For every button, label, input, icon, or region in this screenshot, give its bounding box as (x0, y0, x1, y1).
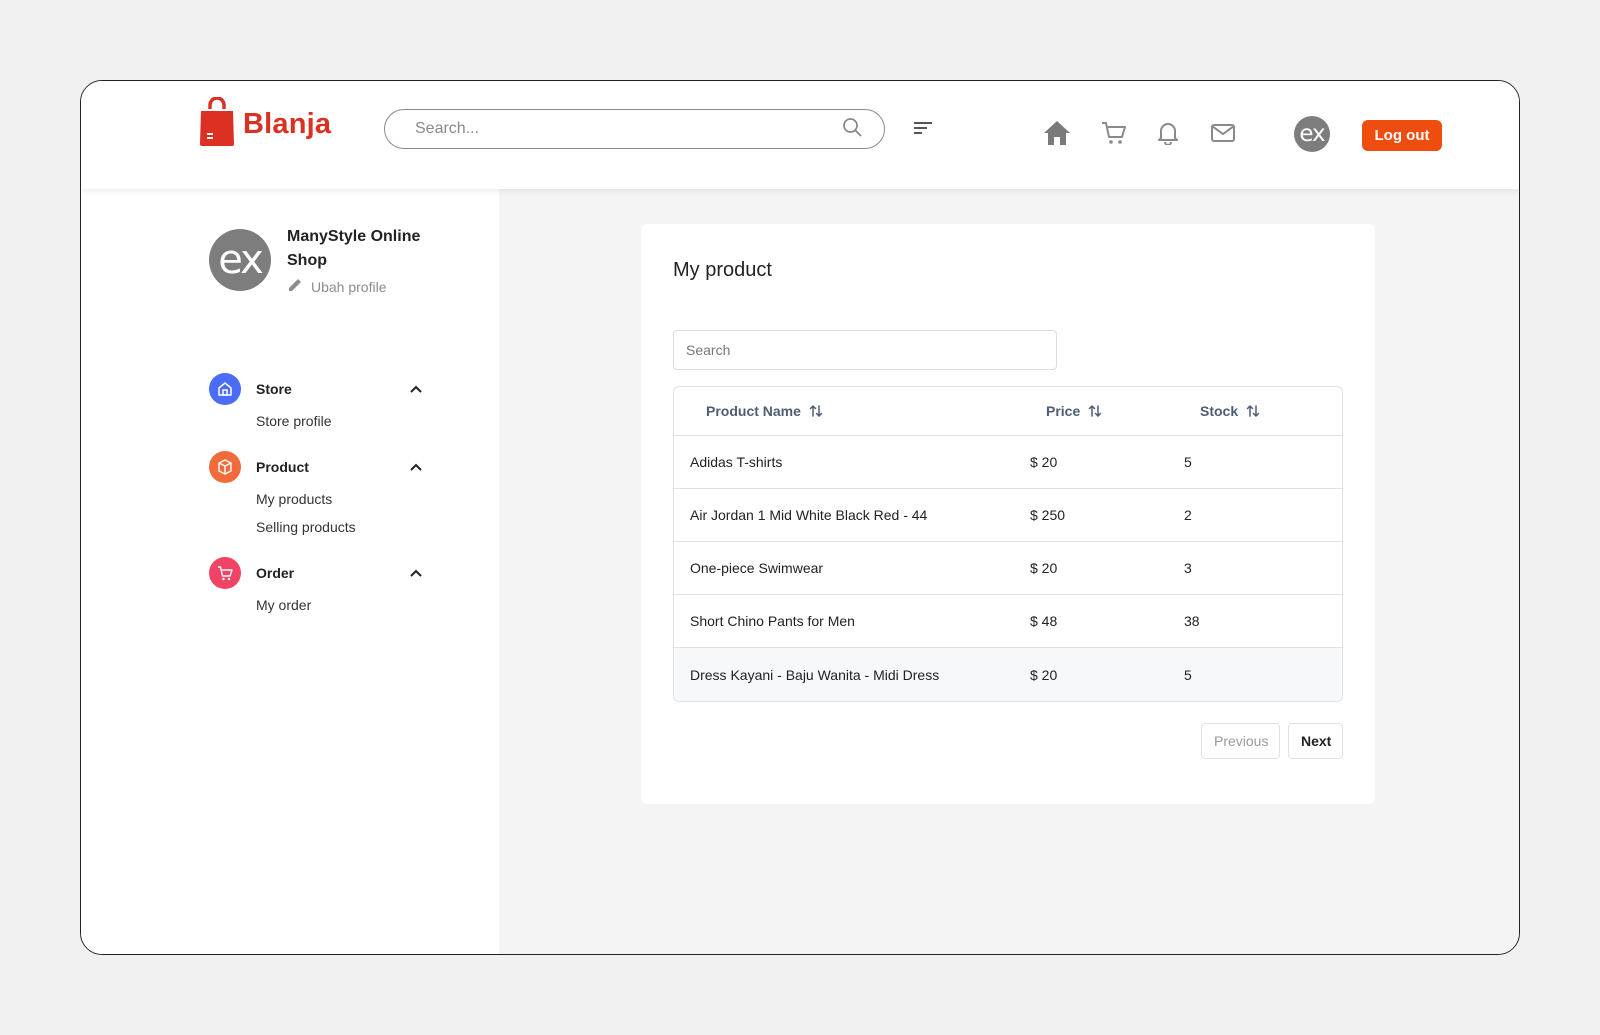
cell-stock: 3 (1184, 560, 1192, 576)
logout-button[interactable]: Log out (1362, 120, 1442, 151)
chevron-up-icon[interactable] (409, 566, 423, 580)
cell-product-name: Short Chino Pants for Men (690, 613, 855, 629)
column-header-product-name[interactable]: Product Name (674, 403, 1030, 419)
column-label: Stock (1200, 403, 1239, 419)
menu-label-product: Product (256, 459, 309, 475)
table-row[interactable]: Dress Kayani - Baju Wanita - Midi Dress … (674, 648, 1342, 701)
main-content: My product Product Name Price (499, 189, 1519, 954)
menu-item-my-order[interactable]: My order (256, 591, 423, 619)
menu-item-selling-products[interactable]: Selling products (256, 513, 423, 541)
cell-stock: 5 (1184, 454, 1192, 470)
cell-product-name: Dress Kayani - Baju Wanita - Midi Dress (690, 666, 940, 683)
product-table: Product Name Price Stock Adidas T-shirts… (673, 386, 1343, 702)
user-avatar[interactable]: ex (1294, 116, 1330, 152)
menu-item-store-profile[interactable]: Store profile (256, 407, 423, 435)
cell-product-name: One-piece Swimwear (690, 560, 824, 576)
store-icon (209, 373, 241, 405)
column-header-price[interactable]: Price (1030, 403, 1184, 419)
menu-group-product: Product My products Selling products (209, 451, 423, 541)
menu-header-product[interactable]: Product (209, 451, 423, 483)
menu-label-store: Store (256, 381, 292, 397)
bell-icon[interactable] (1153, 118, 1183, 148)
cell-price: $ 20 (1030, 560, 1058, 576)
box-icon (209, 451, 241, 483)
column-label: Product Name (706, 403, 801, 419)
home-icon[interactable] (1042, 118, 1072, 148)
page-title: My product (673, 259, 772, 281)
shop-name: ManyStyle Online Shop (287, 228, 421, 269)
cell-price: $ 20 (1030, 666, 1058, 683)
cell-product-name: Air Jordan 1 Mid White Black Red - 44 (690, 507, 928, 523)
brand-name: Blanja (243, 108, 332, 140)
menu-item-my-products[interactable]: My products (256, 485, 423, 513)
cell-stock: 38 (1184, 613, 1200, 629)
brand-logo[interactable]: Blanja (199, 96, 332, 152)
mail-icon[interactable] (1208, 118, 1238, 148)
menu-group-store: Store Store profile (209, 373, 423, 435)
menu-label-order: Order (256, 565, 295, 581)
cell-price: $ 48 (1030, 613, 1058, 629)
column-label: Price (1046, 403, 1081, 419)
table-row[interactable]: Adidas T-shirts $ 20 5 (674, 436, 1342, 489)
sort-icon[interactable] (809, 404, 823, 418)
cell-price: $ 20 (1030, 454, 1058, 470)
product-search-input[interactable] (673, 330, 1057, 370)
menu-header-store[interactable]: Store (209, 373, 423, 405)
sort-icon[interactable] (1088, 404, 1102, 418)
column-header-stock[interactable]: Stock (1184, 403, 1334, 419)
menu-group-order: Order My order (209, 557, 423, 619)
table-row[interactable]: Air Jordan 1 Mid White Black Red - 44 $ … (674, 489, 1342, 542)
app-window: Blanja ex Log out ex ManyStyle Online Sh (80, 80, 1520, 955)
header-search-input[interactable] (415, 120, 842, 138)
cell-stock: 5 (1184, 666, 1192, 683)
product-card: My product Product Name Price (641, 224, 1375, 804)
table-row[interactable]: Short Chino Pants for Men $ 48 38 (674, 595, 1342, 648)
shop-avatar: ex (209, 229, 271, 291)
filter-icon[interactable] (911, 117, 935, 139)
top-navbar: Blanja ex Log out (81, 81, 1519, 189)
cart-icon[interactable] (1099, 118, 1129, 148)
pagination: Previous Next (1193, 723, 1343, 759)
sort-icon[interactable] (1246, 404, 1260, 418)
previous-page-button[interactable]: Previous (1201, 723, 1280, 759)
pencil-icon (287, 277, 303, 296)
edit-profile-label: Ubah profile (311, 278, 387, 295)
shopping-bag-icon (199, 96, 235, 152)
table-header: Product Name Price Stock (674, 387, 1342, 436)
header-search-bar (384, 109, 885, 149)
table-row[interactable]: One-piece Swimwear $ 20 3 (674, 542, 1342, 595)
chevron-up-icon[interactable] (409, 460, 423, 474)
cell-price: $ 250 (1030, 507, 1066, 523)
search-icon[interactable] (842, 117, 862, 142)
cart-icon (209, 557, 241, 589)
cell-stock: 2 (1184, 507, 1192, 523)
chevron-up-icon[interactable] (409, 382, 423, 396)
edit-profile-link[interactable]: Ubah profile (287, 277, 387, 296)
next-page-button[interactable]: Next (1288, 723, 1343, 759)
menu-header-order[interactable]: Order (209, 557, 423, 589)
sidebar: ex ManyStyle Online Shop Ubah profile St… (81, 189, 499, 954)
cell-product-name: Adidas T-shirts (690, 454, 783, 470)
